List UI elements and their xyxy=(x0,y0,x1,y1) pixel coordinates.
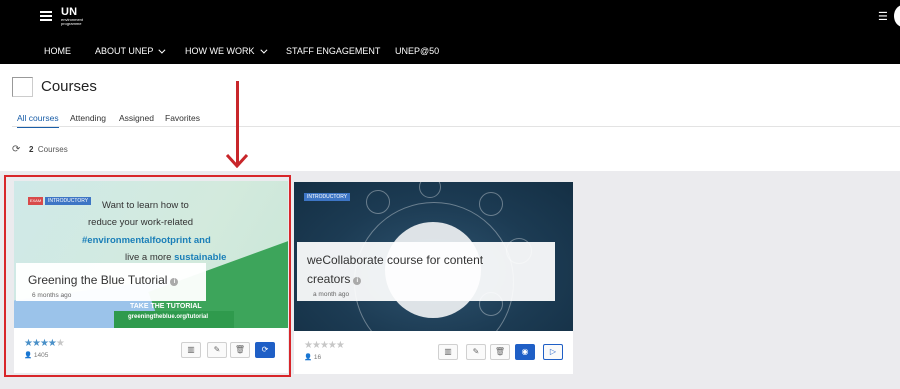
decor-icon-circle xyxy=(419,182,441,198)
star-icon: ★ xyxy=(311,340,321,351)
pencil-icon: ✎ xyxy=(472,347,480,356)
course-time: a month ago xyxy=(313,291,350,298)
enrolled-count: 👤 16 xyxy=(304,353,321,361)
trash-icon: 🗑 xyxy=(494,347,506,356)
course-count: 2 Courses xyxy=(29,145,68,154)
star-icon: ★ xyxy=(304,340,313,351)
page-root: UN environment programme ☰ HOME ABOUT UN… xyxy=(0,0,900,389)
star-icon: ★ xyxy=(327,340,337,351)
decor-icon-circle xyxy=(366,190,390,214)
nav-unep50[interactable]: UNEP@50 xyxy=(395,46,439,56)
decor-icon-circle xyxy=(479,192,503,216)
logo-subtext: environment programme xyxy=(61,17,84,26)
refresh-icon[interactable]: ⟳ xyxy=(12,144,20,155)
nav-staff-label: STAFF ENGAGEMENT xyxy=(286,46,381,56)
nav-staff-engagement[interactable]: STAFF ENGAGEMENT xyxy=(286,46,380,56)
level-badge: INTRODUCTORY xyxy=(304,193,351,201)
course-count-label: Courses xyxy=(37,145,68,154)
nav-about-label: ABOUT UNEP xyxy=(95,46,154,56)
rating-stars: ★★★★★ xyxy=(304,340,345,351)
star-icon: ★ xyxy=(319,340,329,351)
chart-icon: ▥ xyxy=(444,347,452,356)
highlight-frame xyxy=(4,175,291,377)
tab-assigned[interactable]: Assigned xyxy=(119,113,154,123)
annotation-arrow xyxy=(236,81,239,164)
list-icon[interactable]: ☰ xyxy=(878,10,888,23)
start-button[interactable]: ▷ xyxy=(543,344,563,360)
un-environment-logo[interactable]: UN environment programme xyxy=(61,6,83,26)
course-title-line2[interactable]: creators i xyxy=(307,272,362,286)
info-icon[interactable]: i xyxy=(353,277,362,285)
preview-button[interactable]: ◉ xyxy=(515,344,535,360)
chevron-down-icon xyxy=(259,46,267,54)
nav-unep50-label: UNEP@50 xyxy=(395,46,440,56)
course-title[interactable]: weCollaborate course for content xyxy=(307,253,483,267)
nav-about-unep[interactable]: ABOUT UNEP xyxy=(95,46,166,56)
broken-image-icon xyxy=(12,77,33,97)
play-icon: ▷ xyxy=(549,347,557,356)
eye-icon: ◉ xyxy=(521,347,529,356)
course-title-overlay: weCollaborate course for content creator… xyxy=(297,242,555,301)
arrow-head-icon xyxy=(226,154,248,168)
nav-home-label: HOME xyxy=(44,46,71,56)
tab-attending[interactable]: Attending xyxy=(70,113,106,123)
menu-icon[interactable] xyxy=(40,11,52,21)
nav-how-label: HOW WE WORK xyxy=(185,46,255,56)
stats-button[interactable]: ▥ xyxy=(438,344,458,360)
nav-how-we-work[interactable]: HOW WE WORK xyxy=(185,46,267,56)
tab-favorites[interactable]: Favorites xyxy=(165,113,200,123)
main-nav: HOME ABOUT UNEP HOW WE WORK STAFF ENGAGE… xyxy=(0,35,900,64)
star-icon: ★ xyxy=(335,340,345,351)
edit-button[interactable]: ✎ xyxy=(466,344,486,360)
course-count-number: 2 xyxy=(29,145,34,154)
delete-button[interactable]: 🗑 xyxy=(490,344,510,360)
enrolled-number: 16 xyxy=(313,354,322,361)
course-title-text: creators xyxy=(307,272,351,286)
chevron-down-icon xyxy=(158,46,166,54)
user-icon: 👤 xyxy=(304,354,313,361)
user-avatar[interactable] xyxy=(894,5,900,27)
page-title: Courses xyxy=(41,78,97,95)
tabs-divider xyxy=(12,126,900,127)
top-bar: UN environment programme ☰ xyxy=(0,0,900,35)
nav-home[interactable]: HOME xyxy=(44,46,71,56)
